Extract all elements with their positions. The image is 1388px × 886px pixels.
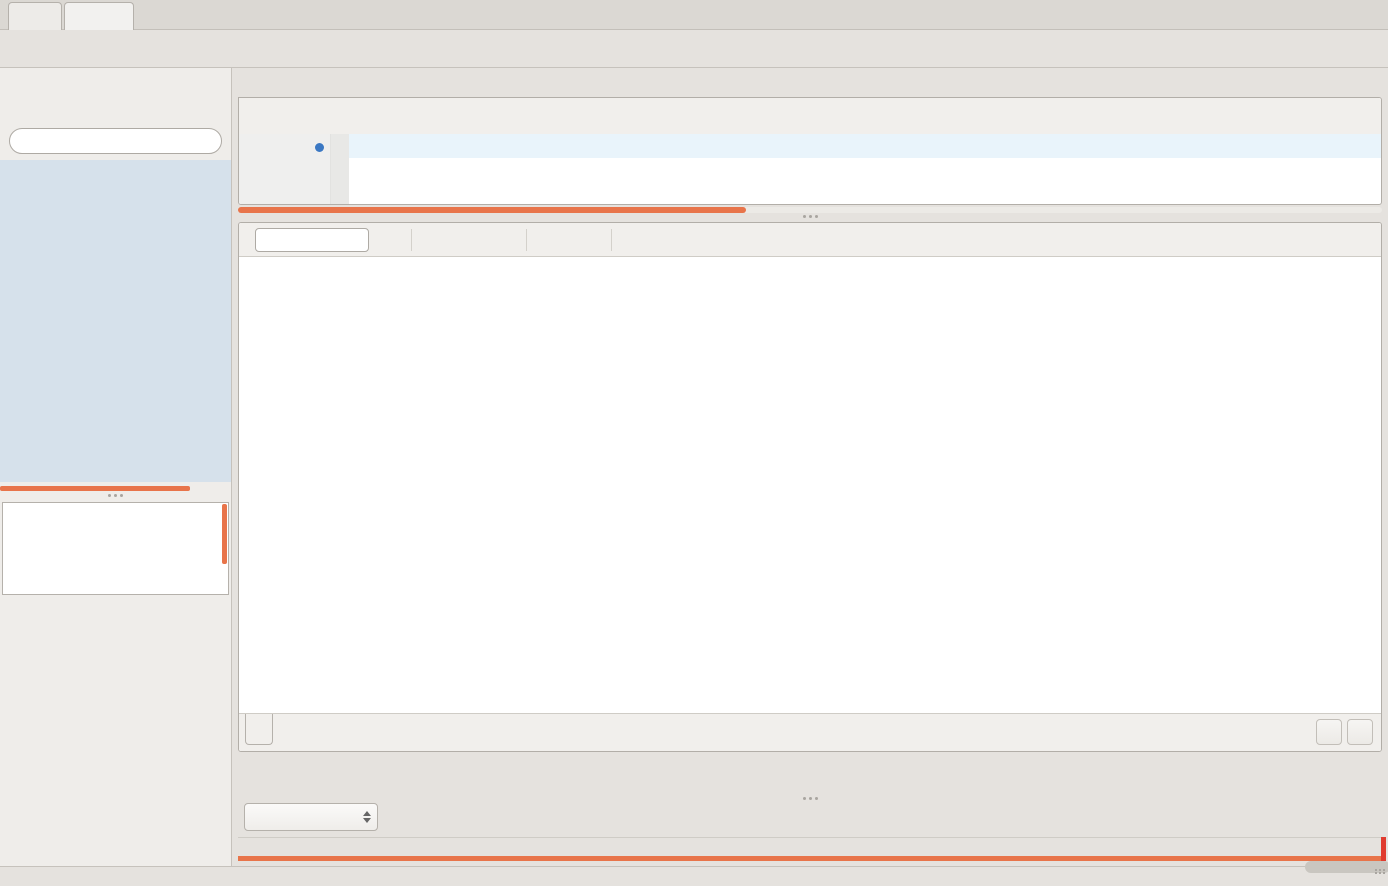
spinner-icon[interactable]: [363, 811, 371, 823]
result-bottom-bar: [239, 713, 1381, 751]
editor-code-area[interactable]: [349, 134, 1381, 205]
window-tab-bar: [0, 0, 1388, 30]
instance-section-header: [0, 90, 231, 102]
apply-button[interactable]: [1316, 719, 1342, 745]
main-toolbar: [0, 30, 1388, 68]
import-records-icon[interactable]: [577, 229, 599, 251]
output-header-row: [238, 837, 1382, 856]
management-section-header: [0, 68, 231, 80]
resize-grip[interactable]: [1375, 869, 1386, 874]
editor-gutter: [239, 134, 331, 205]
sidebar: [0, 68, 232, 866]
result-panel: [238, 222, 1382, 752]
connection-tab[interactable]: [64, 2, 134, 30]
home-tab[interactable]: [8, 2, 62, 30]
editor-margin: [331, 134, 349, 205]
sql-editor: [238, 97, 1382, 205]
output-vscrollbar[interactable]: [1381, 837, 1386, 861]
results-output-splitter[interactable]: [796, 794, 824, 803]
result-filter-input[interactable]: [255, 228, 369, 252]
insert-row-icon[interactable]: [462, 229, 484, 251]
result-toolbar: [239, 223, 1381, 257]
schema-filter[interactable]: [9, 128, 222, 154]
status-bar: [0, 866, 1388, 886]
output-hscrollbar[interactable]: [238, 856, 1381, 861]
schemas-section-header: [0, 112, 231, 124]
sidebar-splitter[interactable]: [0, 491, 231, 500]
schema-filter-input[interactable]: [24, 134, 184, 149]
edit-record-icon[interactable]: [432, 229, 454, 251]
export-recordset-icon[interactable]: [547, 229, 569, 251]
statement-marker: [315, 143, 324, 152]
schema-tree: [0, 160, 231, 482]
editor-toolbar: [239, 98, 1381, 134]
refresh-resultset-icon[interactable]: [377, 229, 399, 251]
resultset-tab[interactable]: [245, 714, 273, 745]
delete-row-icon[interactable]: [492, 229, 514, 251]
output-selector[interactable]: [244, 803, 378, 831]
revert-button[interactable]: [1347, 719, 1373, 745]
object-info-panel: [2, 502, 229, 595]
object-info-scrollbar[interactable]: [222, 504, 227, 564]
sql-statement-line: [349, 134, 1381, 158]
editor-results-splitter[interactable]: [796, 212, 824, 221]
wrap-cell-content-icon[interactable]: [632, 229, 654, 251]
